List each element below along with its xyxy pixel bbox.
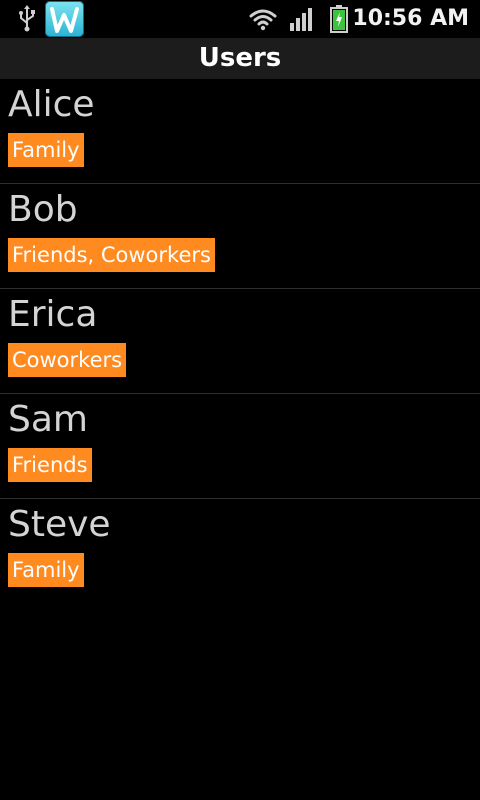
group-badge: Family [8,553,84,587]
user-list: Alice Family Bob Friends, Coworkers Eric… [0,79,480,604]
user-name: Alice [8,84,95,125]
usb-icon [19,5,35,32]
user-name: Steve [8,504,111,545]
app-icon [45,1,84,37]
group-badge: Coworkers [8,343,127,377]
list-item-bob[interactable]: Bob Friends, Coworkers [0,184,480,289]
title-bar: Users [0,38,480,79]
wifi-icon [249,9,277,31]
group-badge: Friends [8,448,92,482]
status-bar: 10:56 AM [0,0,480,38]
user-name: Erica [8,294,98,335]
user-name: Sam [8,399,88,440]
page-title: Users [198,43,282,73]
group-badge: Friends, Coworkers [8,238,215,272]
signal-icon [290,8,312,31]
list-item-alice[interactable]: Alice Family [0,79,480,184]
user-name: Bob [8,189,78,230]
list-item-steve[interactable]: Steve Family [0,499,480,604]
list-item-erica[interactable]: Erica Coworkers [0,289,480,394]
group-badge: Family [8,133,84,167]
status-clock: 10:56 AM [352,6,469,31]
list-item-sam[interactable]: Sam Friends [0,394,480,499]
battery-charging-icon [330,5,348,33]
